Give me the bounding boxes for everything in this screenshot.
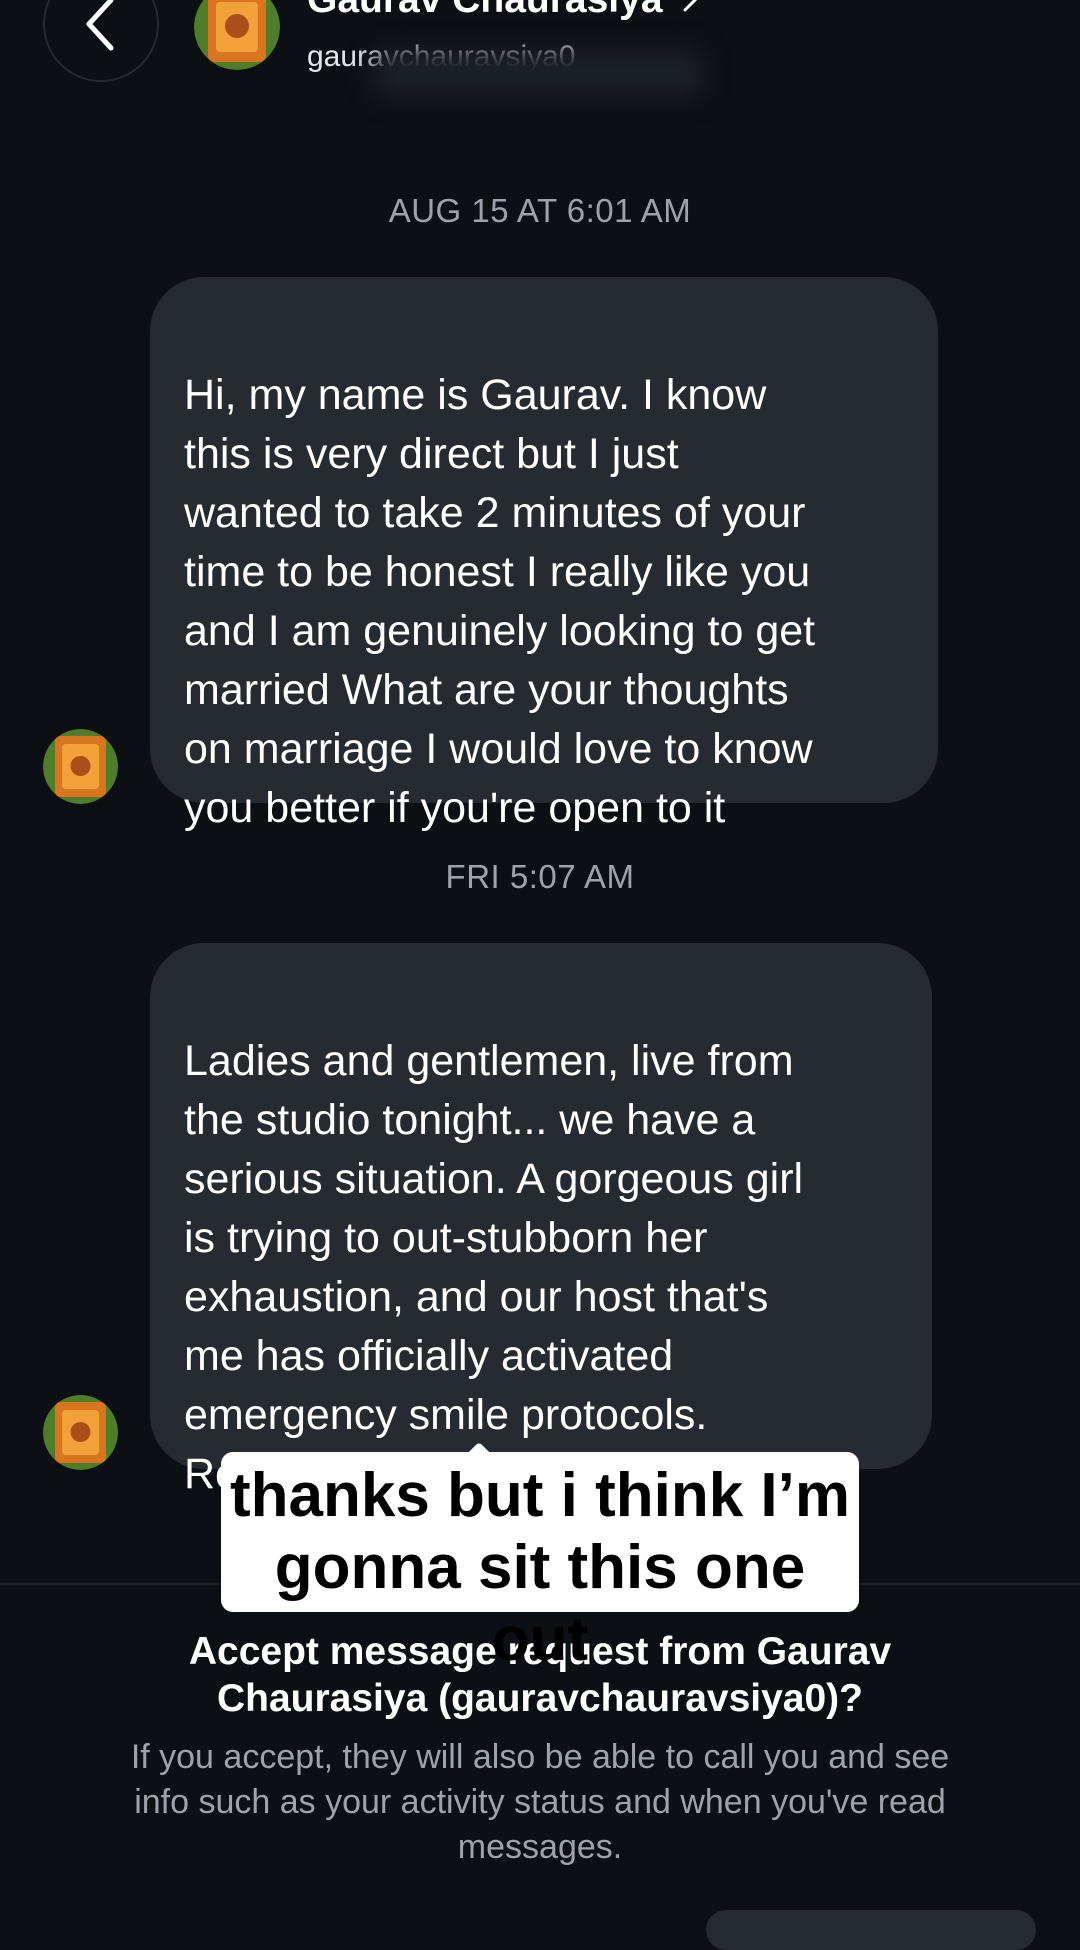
blurred-region: [372, 48, 704, 98]
contact-name: Gaurav Chaurasiya: [307, 0, 663, 22]
message-text: Ladies and gentlemen, live from the stud…: [184, 1037, 804, 1498]
chevron-left-icon: [86, 0, 114, 51]
request-description: If you accept, they will also be able to…: [130, 1738, 950, 1866]
message-bubble[interactable]: Ladies and gentlemen, live from the stud…: [150, 943, 932, 1505]
timestamp: AUG 15 AT 6:01 AM: [388, 192, 692, 229]
message-text: Hi, my name is Gaurav. I know this is ve…: [184, 371, 816, 832]
message-bubble[interactable]: Hi, my name is Gaurav. I know this is ve…: [150, 277, 938, 832]
chevron-right-icon: [683, 0, 697, 12]
contact-avatar[interactable]: [194, 0, 280, 70]
contact-name-link[interactable]: Gaurav Chaurasiya: [307, 0, 699, 22]
sender-avatar[interactable]: [43, 729, 118, 804]
timestamp: FRI 5:07 AM: [445, 858, 635, 895]
overlay-caption: thanks but i think I’m gonna sit this on…: [221, 1452, 859, 1674]
back-button[interactable]: [43, 0, 159, 82]
action-button[interactable]: [706, 1910, 1036, 1950]
sender-avatar[interactable]: [43, 1395, 118, 1470]
